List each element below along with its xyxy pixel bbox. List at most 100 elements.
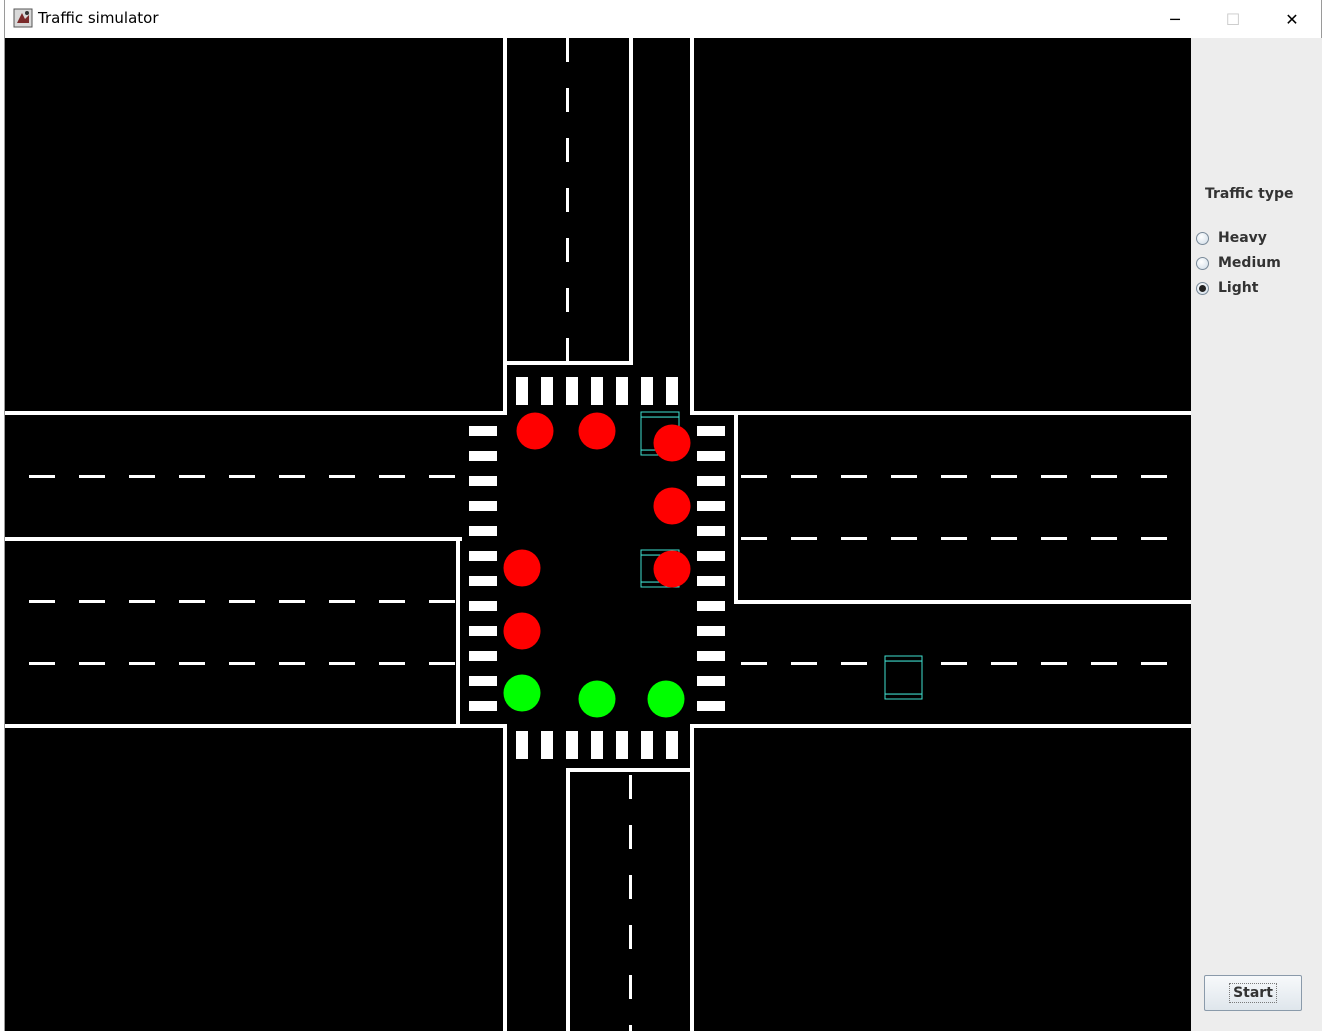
crosswalk-stripe [697, 576, 725, 586]
lane-dash [79, 475, 105, 478]
lane-dash [841, 662, 867, 665]
lane-dash [279, 475, 305, 478]
road-edge [690, 38, 694, 415]
lane-dash [791, 662, 817, 665]
lane-dash [279, 662, 305, 665]
crosswalk-stripe [697, 626, 725, 636]
lane-dash [29, 475, 55, 478]
lane-dash [629, 1025, 632, 1031]
lane-dash [79, 600, 105, 603]
start-button[interactable]: Start [1204, 975, 1302, 1011]
lane-dash [629, 825, 632, 849]
crosswalk-stripe [697, 651, 725, 661]
lane-dash [179, 662, 205, 665]
crosswalk-stripe [697, 676, 725, 686]
radio-heavy[interactable]: Heavy [1196, 228, 1267, 248]
crosswalk-stripe [469, 576, 497, 586]
lane-dash [1141, 475, 1167, 478]
crosswalk-stripe [469, 626, 497, 636]
intersection-map [5, 38, 1191, 1031]
lane-dash [566, 338, 569, 362]
lane-dash [79, 662, 105, 665]
lane-dash [1091, 475, 1117, 478]
crosswalk-stripe [469, 451, 497, 461]
lane-dash [179, 600, 205, 603]
crosswalk-stripe [469, 701, 497, 711]
lane-dash [791, 475, 817, 478]
crosswalk-stripe [591, 731, 603, 759]
lane-dash [379, 475, 405, 478]
road-edge [734, 411, 738, 604]
crosswalk-stripe [591, 377, 603, 405]
traffic-light-green [503, 674, 541, 712]
road-edge [566, 768, 570, 1031]
lane-dash [279, 600, 305, 603]
lane-dash [629, 975, 632, 999]
radio-light[interactable]: Light [1196, 278, 1258, 298]
lane-dash [129, 475, 155, 478]
traffic-type-heading: Traffic type [1205, 186, 1294, 202]
crosswalk-stripe [566, 377, 578, 405]
lane-dash [229, 475, 255, 478]
lane-dash [741, 537, 767, 540]
road-edge [629, 38, 633, 365]
lane-dash [329, 600, 355, 603]
maximize-button[interactable]: ☐ [1204, 0, 1262, 38]
traffic-light-red [578, 412, 616, 450]
radio-heavy-circle[interactable] [1196, 231, 1209, 245]
crosswalk-stripe [469, 651, 497, 661]
lane-dash [991, 537, 1017, 540]
lane-dash [841, 475, 867, 478]
traffic-light-red [653, 550, 691, 588]
start-button-label: Start [1229, 983, 1277, 1003]
crosswalk-stripe [697, 551, 725, 561]
window-title: Traffic simulator [38, 9, 159, 27]
lane-dash [129, 662, 155, 665]
crosswalk-stripe [469, 501, 497, 511]
lane-dash [429, 475, 455, 478]
traffic-light-red [653, 487, 691, 525]
road-edge [690, 724, 694, 1031]
lane-dash [179, 475, 205, 478]
road-edge [692, 724, 1191, 728]
simulation-canvas [5, 38, 1191, 1031]
radio-medium[interactable]: Medium [1196, 253, 1281, 273]
lane-dash [1091, 537, 1117, 540]
crosswalk-stripe [566, 731, 578, 759]
radio-light-circle[interactable] [1196, 281, 1209, 295]
crosswalk-stripe [469, 426, 497, 436]
lane-dash [891, 475, 917, 478]
crosswalk-stripe [516, 377, 528, 405]
title-bar[interactable]: Traffic simulator ─ ☐ ✕ [5, 0, 1321, 38]
lane-dash [941, 475, 967, 478]
lane-dash [229, 600, 255, 603]
lane-dash [629, 925, 632, 949]
traffic-light-red [503, 549, 541, 587]
minimize-button[interactable]: ─ [1146, 0, 1204, 38]
traffic-light-green [647, 680, 685, 718]
lane-dashes [29, 38, 1167, 1031]
road-edge [456, 537, 460, 728]
road-edge [5, 411, 505, 415]
lane-dash [1041, 537, 1067, 540]
crosswalk-stripe [469, 526, 497, 536]
lane-dash [991, 475, 1017, 478]
lane-dash [29, 662, 55, 665]
crosswalk-stripe [697, 451, 725, 461]
road-edges [5, 38, 1191, 1031]
crosswalk-stripe [641, 731, 653, 759]
lane-dash [841, 537, 867, 540]
road-edge [734, 600, 1191, 604]
lane-dash [129, 600, 155, 603]
crosswalk-stripe [616, 377, 628, 405]
close-button[interactable]: ✕ [1263, 0, 1321, 38]
radio-heavy-label: Heavy [1218, 230, 1267, 246]
traffic-light-red [503, 612, 541, 650]
radio-medium-circle[interactable] [1196, 256, 1209, 270]
crosswalk-stripe [516, 731, 528, 759]
radio-medium-label: Medium [1218, 255, 1281, 271]
road-edge [567, 768, 692, 772]
crosswalk-stripe [469, 601, 497, 611]
crosswalk-stripe [697, 601, 725, 611]
lane-dash [566, 238, 569, 262]
